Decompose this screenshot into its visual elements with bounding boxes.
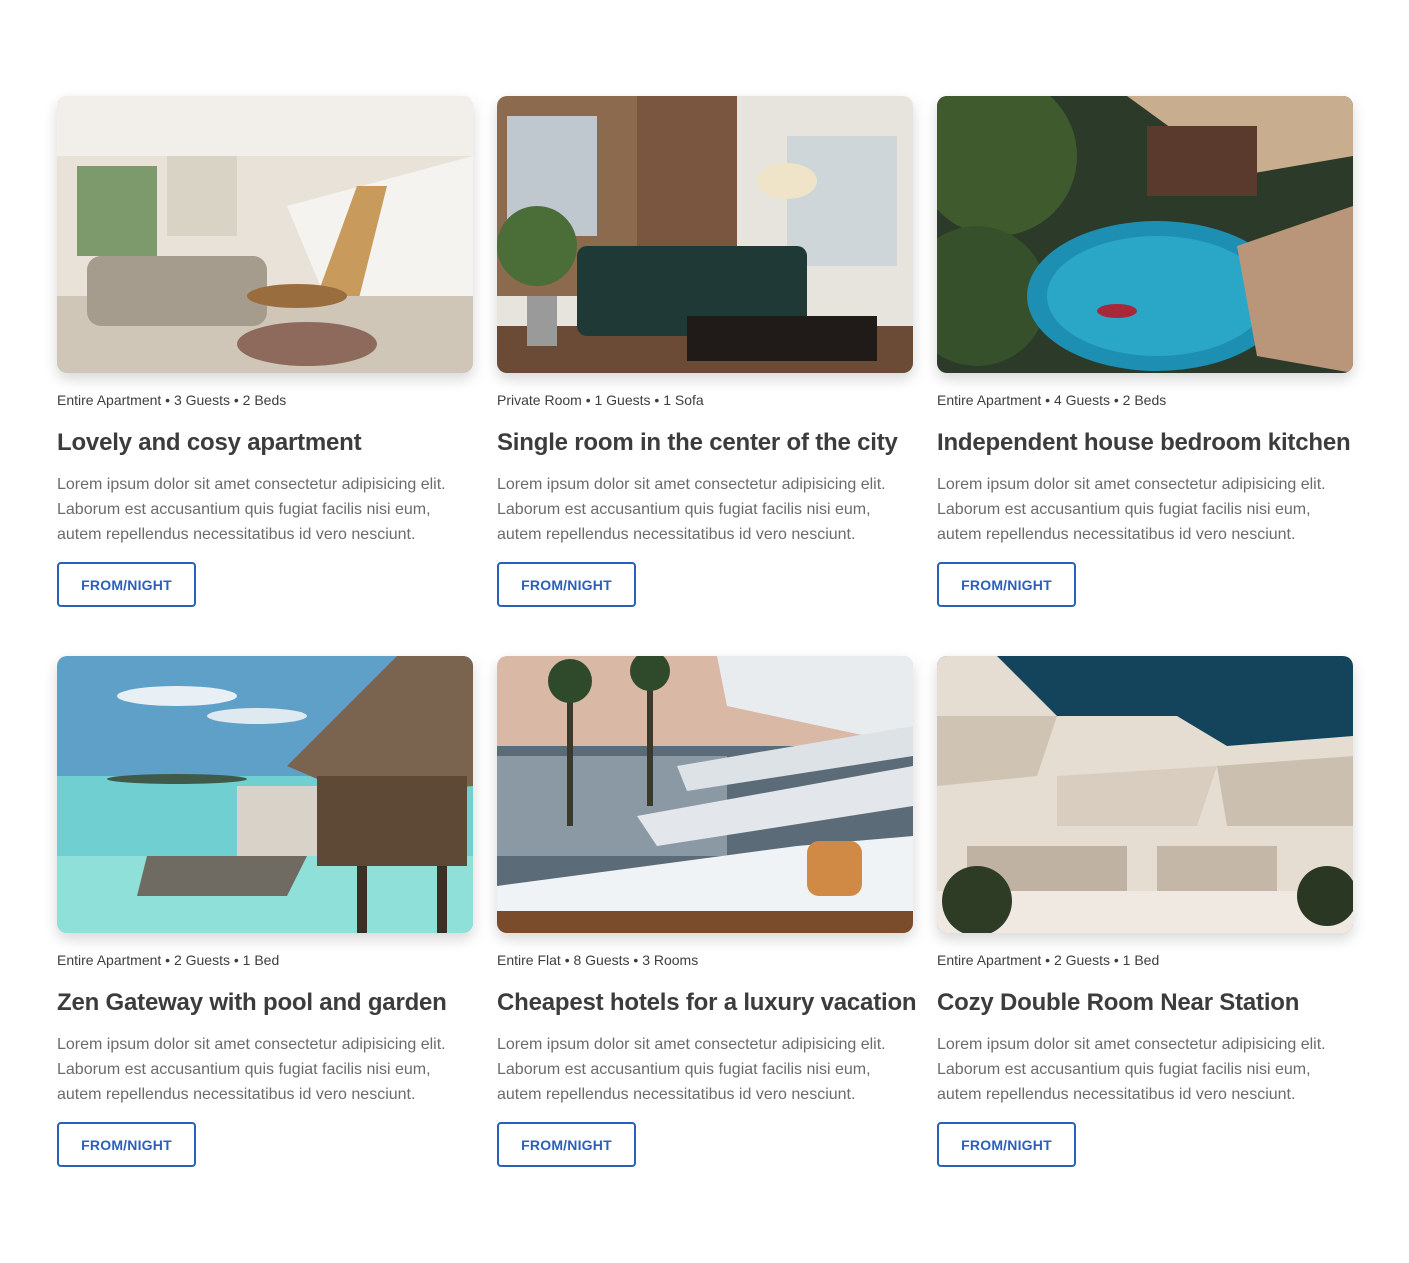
listing-title[interactable]: Cheapest hotels for a luxury vacation <box>497 988 917 1018</box>
listing-photo-overwater-bungalow[interactable] <box>57 656 473 933</box>
listing-meta: Private Room • 1 Guests • 1 Sofa <box>497 392 704 408</box>
listing-photo-living-room[interactable] <box>57 96 473 373</box>
listing-photo-sunbeds[interactable] <box>497 656 913 933</box>
listing-title[interactable]: Single room in the center of the city <box>497 428 913 458</box>
listing-description: Lorem ipsum dolor sit amet consectetur a… <box>57 476 446 543</box>
listing-title[interactable]: Zen Gateway with pool and garden <box>57 988 473 1018</box>
listing-description: Lorem ipsum dolor sit amet consectetur a… <box>497 476 886 543</box>
listing-title[interactable]: Lovely and cosy apartment <box>57 428 473 458</box>
listing-meta: Entire Apartment • 2 Guests • 1 Bed <box>57 952 280 968</box>
listing-meta: Entire Apartment • 2 Guests • 1 Bed <box>937 952 1160 968</box>
listing-card: Entire Apartment • 4 Guests • 2 Beds Ind… <box>937 96 1353 608</box>
listing-card: Private Room • 1 Guests • 1 Sofa Single … <box>497 96 913 608</box>
listing-description: Lorem ipsum dolor sit amet consectetur a… <box>937 1036 1326 1103</box>
listing-card: Entire Apartment • 3 Guests • 2 Beds Lov… <box>57 96 473 608</box>
listing-card: Entire Apartment • 2 Guests • 1 Bed Cozy… <box>937 656 1353 1168</box>
listing-card: Entire Apartment • 2 Guests • 1 Bed Zen … <box>57 656 473 1168</box>
listing-meta: Entire Flat • 8 Guests • 3 Rooms <box>497 952 699 968</box>
listing-description: Lorem ipsum dolor sit amet consectetur a… <box>497 1036 886 1103</box>
listing-description: Lorem ipsum dolor sit amet consectetur a… <box>57 1036 446 1103</box>
from-night-button[interactable]: FROM/NIGHT <box>937 1122 1076 1167</box>
listing-grid: Entire Apartment • 3 Guests • 2 Beds Lov… <box>57 96 1353 1168</box>
from-night-button[interactable]: FROM/NIGHT <box>57 1122 196 1167</box>
listing-photo-single-room[interactable] <box>497 96 913 373</box>
listing-card: Entire Flat • 8 Guests • 3 Rooms Cheapes… <box>497 656 917 1168</box>
from-night-button[interactable]: FROM/NIGHT <box>497 1122 636 1167</box>
listing-photo-pool[interactable] <box>937 96 1353 373</box>
listing-title[interactable]: Independent house bedroom kitchen <box>937 428 1353 458</box>
from-night-button[interactable]: FROM/NIGHT <box>57 562 196 607</box>
from-night-button[interactable]: FROM/NIGHT <box>497 562 636 607</box>
listing-meta: Entire Apartment • 3 Guests • 2 Beds <box>57 392 287 408</box>
listing-photo-hotel-building[interactable] <box>937 656 1353 933</box>
listing-meta: Entire Apartment • 4 Guests • 2 Beds <box>937 392 1167 408</box>
listing-description: Lorem ipsum dolor sit amet consectetur a… <box>937 476 1326 543</box>
from-night-button[interactable]: FROM/NIGHT <box>937 562 1076 607</box>
listing-title[interactable]: Cozy Double Room Near Station <box>937 988 1353 1018</box>
